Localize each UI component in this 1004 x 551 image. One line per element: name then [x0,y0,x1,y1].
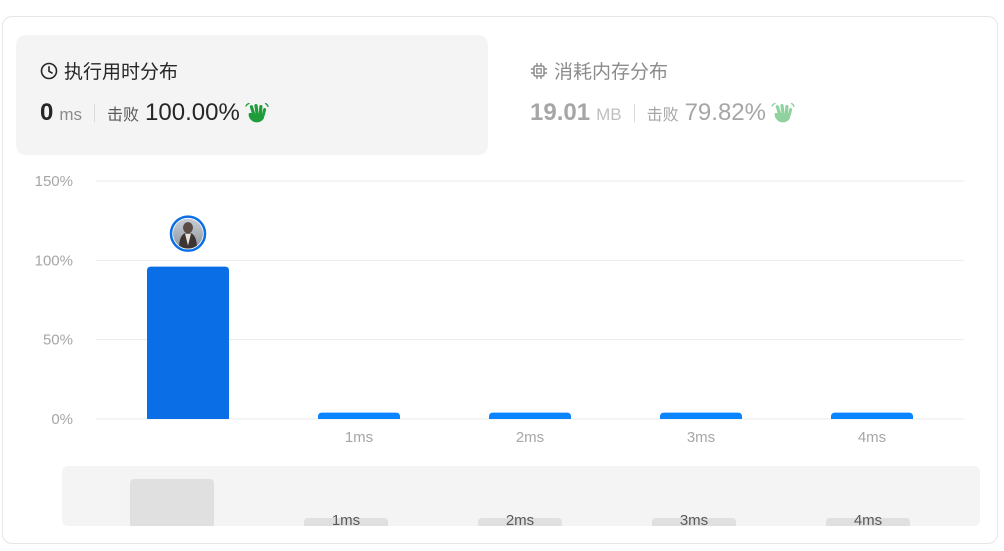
runtime-percent: 100.00% [145,99,240,126]
bar[interactable] [147,266,229,419]
memory-title: 消耗内存分布 [554,62,669,83]
memory-header: 消耗内存分布 [530,57,668,84]
memory-value: 19.01 [530,99,591,126]
memory-beats-label: 击败 [646,107,679,124]
y-axis: 0% 50% 100% 150% [35,173,73,428]
x-tick-label: 1ms [345,429,373,446]
overview-bar [130,479,214,526]
bar[interactable] [489,412,571,419]
bar[interactable] [831,412,913,419]
waving-hand-icon [771,102,795,124]
runtime-tab[interactable]: 执行用时分布 0 ms 击败 100.00% [16,35,488,155]
divider [94,104,96,122]
clock-icon [40,62,58,80]
runtime-header: 执行用时分布 [40,57,178,84]
waving-hand-icon [245,102,269,124]
bar[interactable] [660,412,742,419]
y-tick-label: 150% [35,173,73,190]
bar[interactable] [318,412,400,419]
x-tick-label: 3ms [687,429,715,446]
runtime-distribution-chart: 0% 50% 100% 150% 1ms 2ms 3ms 4ms [35,173,964,446]
divider [633,104,635,122]
memory-tab[interactable]: 消耗内存分布 19.01 MB 击败 79.82% [512,35,984,155]
y-tick-label: 0% [51,411,73,428]
overview-tick-label: 1ms [332,512,360,526]
user-avatar-marker [169,215,207,252]
runtime-beats-label: 击败 [107,107,140,124]
memory-unit: MB [596,105,622,124]
overview-tick-label: 3ms [680,512,708,526]
runtime-title: 执行用时分布 [64,62,179,83]
memory-values: 19.01 MB 击败 79.82% [530,99,795,127]
x-axis: 1ms 2ms 3ms 4ms [345,429,886,446]
bars [147,266,913,419]
x-tick-label: 2ms [516,429,544,446]
overview-tick-label: 2ms [506,512,534,526]
x-tick-label: 4ms [858,429,886,446]
y-tick-label: 50% [43,332,73,349]
chip-icon [530,62,548,80]
overview-navigator[interactable]: 1ms 2ms 3ms 4ms [62,466,980,526]
overview-tick-label: 4ms [854,512,882,526]
y-tick-label: 100% [35,252,73,269]
memory-percent: 79.82% [684,99,766,126]
runtime-unit: ms [59,105,83,124]
runtime-value: 0 [40,99,54,126]
runtime-values: 0 ms 击败 100.00% [40,99,269,127]
